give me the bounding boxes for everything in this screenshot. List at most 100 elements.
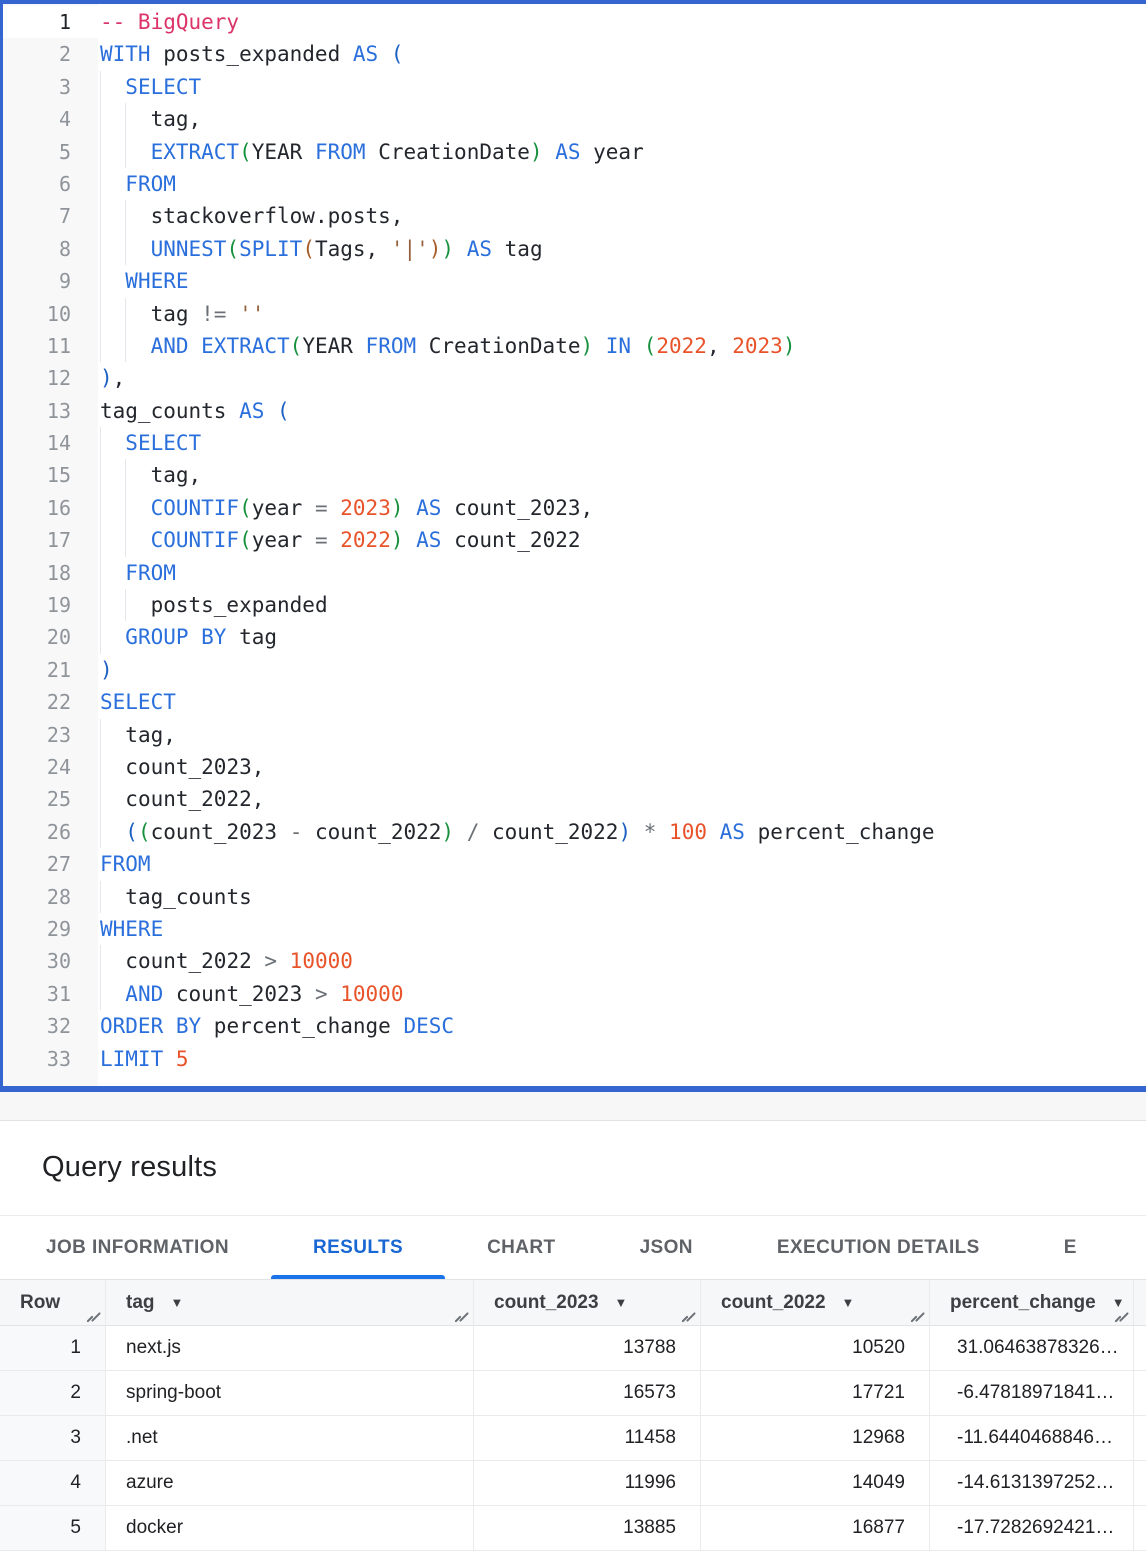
tab-job-information[interactable]: JOB INFORMATION	[4, 1216, 271, 1279]
tab-json[interactable]: JSON	[598, 1216, 735, 1279]
cell-row-index[interactable]: 5	[0, 1506, 106, 1550]
cell-count-2022[interactable]: 16877	[701, 1506, 930, 1550]
column-resize-handle[interactable]	[85, 1310, 103, 1325]
cell-count-2022[interactable]: 12968	[701, 1416, 930, 1460]
column-header-label: count_2023	[494, 1292, 599, 1314]
table-row[interactable]: 2spring-boot1657317721-6.47818971841…	[0, 1371, 1146, 1416]
code-line-text: stackoverflow.posts,	[98, 200, 1146, 232]
sort-dropdown-icon[interactable]: ▼	[1112, 1296, 1125, 1309]
code-line[interactable]: 6 FROM	[3, 168, 1146, 200]
code-line[interactable]: 3 SELECT	[3, 71, 1146, 103]
cell-tag[interactable]: azure	[106, 1461, 474, 1505]
code-line[interactable]: 12),	[3, 362, 1146, 394]
cell-filler	[1134, 1416, 1146, 1460]
cell-tag[interactable]: docker	[106, 1506, 474, 1550]
column-header-count_2022[interactable]: count_2022▼	[701, 1280, 930, 1325]
column-header-tag[interactable]: tag▼	[106, 1280, 474, 1325]
table-row[interactable]: 5docker1388516877-17.7282692421…	[0, 1506, 1146, 1551]
code-line[interactable]: 2WITH posts_expanded AS (	[3, 38, 1146, 70]
cell-percent-change[interactable]: -11.6440468846…	[930, 1416, 1134, 1460]
code-line[interactable]: 14 SELECT	[3, 427, 1146, 459]
code-line[interactable]: 10 tag != ''	[3, 298, 1146, 330]
code-line[interactable]: 13tag_counts AS (	[3, 395, 1146, 427]
sql-editor[interactable]: 1-- BigQuery2WITH posts_expanded AS (3 S…	[0, 0, 1146, 1092]
code-line[interactable]: 9 WHERE	[3, 265, 1146, 297]
code-line[interactable]: 21)	[3, 654, 1146, 686]
cell-count-2023[interactable]: 16573	[474, 1371, 701, 1415]
column-resize-handle[interactable]	[1113, 1310, 1131, 1325]
sort-dropdown-icon[interactable]: ▼	[171, 1296, 184, 1309]
code-line[interactable]: 17 COUNTIF(year = 2022) AS count_2022	[3, 524, 1146, 556]
column-resize-handle[interactable]	[453, 1310, 471, 1325]
column-header-percent_change[interactable]: percent_change▼	[930, 1280, 1134, 1325]
cell-count-2022[interactable]: 17721	[701, 1371, 930, 1415]
cell-count-2023[interactable]: 13885	[474, 1506, 701, 1550]
line-number: 29	[3, 913, 98, 945]
indent-guide	[100, 945, 101, 977]
cell-filler	[1134, 1371, 1146, 1415]
code-line[interactable]: 32ORDER BY percent_change DESC	[3, 1010, 1146, 1042]
column-header-count_2023[interactable]: count_2023 ▼	[474, 1280, 701, 1325]
indent-guide	[100, 265, 101, 297]
code-line[interactable]: 1-- BigQuery	[3, 6, 1146, 38]
cell-count-2022[interactable]: 14049	[701, 1461, 930, 1505]
code-line[interactable]: 33LIMIT 5	[3, 1043, 1146, 1075]
column-header-row[interactable]: Row	[0, 1280, 106, 1325]
cell-row-index[interactable]: 4	[0, 1461, 106, 1505]
cell-percent-change[interactable]: -6.47818971841…	[930, 1371, 1134, 1415]
indent-guide	[100, 200, 101, 232]
code-line[interactable]: 8 UNNEST(SPLIT(Tags, '|')) AS tag	[3, 233, 1146, 265]
table-row[interactable]: 4azure1199614049-14.6131397252…	[0, 1461, 1146, 1506]
cell-percent-change[interactable]: -17.7282692421…	[930, 1506, 1134, 1550]
cell-percent-change[interactable]: -14.6131397252…	[930, 1461, 1134, 1505]
code-line[interactable]: 22SELECT	[3, 686, 1146, 718]
code-line[interactable]: 5 EXTRACT(YEAR FROM CreationDate) AS yea…	[3, 136, 1146, 168]
indent-guide	[100, 589, 101, 621]
sort-dropdown-icon[interactable]: ▼	[615, 1296, 628, 1309]
code-line[interactable]: 15 tag,	[3, 459, 1146, 491]
code-line[interactable]: 11 AND EXTRACT(YEAR FROM CreationDate) I…	[3, 330, 1146, 362]
code-line[interactable]: 4 tag,	[3, 103, 1146, 135]
code-line-text: COUNTIF(year = 2023) AS count_2023,	[98, 492, 1146, 524]
column-resize-handle[interactable]	[680, 1310, 698, 1325]
sort-dropdown-icon[interactable]: ▼	[842, 1296, 855, 1309]
query-results-title: Query results	[0, 1121, 1146, 1215]
code-line[interactable]: 25 count_2022,	[3, 783, 1146, 815]
code-line[interactable]: 16 COUNTIF(year = 2023) AS count_2023,	[3, 492, 1146, 524]
cell-tag[interactable]: spring-boot	[106, 1371, 474, 1415]
code-line-text: ),	[98, 362, 1146, 394]
cell-row-index[interactable]: 2	[0, 1371, 106, 1415]
code-line[interactable]: 7 stackoverflow.posts,	[3, 200, 1146, 232]
cell-row-index[interactable]: 1	[0, 1326, 106, 1370]
code-line[interactable]: 19 posts_expanded	[3, 589, 1146, 621]
tab-results[interactable]: RESULTS	[271, 1216, 445, 1279]
code-line[interactable]: 30 count_2022 > 10000	[3, 945, 1146, 977]
cell-percent-change[interactable]: 31.06463878326…	[930, 1326, 1134, 1370]
code-line[interactable]: 23 tag,	[3, 719, 1146, 751]
code-line[interactable]: 28 tag_counts	[3, 881, 1146, 913]
line-number: 28	[3, 881, 98, 913]
code-line[interactable]: 26 ((count_2023 - count_2022) / count_20…	[3, 816, 1146, 848]
cell-tag[interactable]: next.js	[106, 1326, 474, 1370]
tab-execution-graph-partial[interactable]: E	[1022, 1216, 1119, 1279]
code-line[interactable]: 18 FROM	[3, 557, 1146, 589]
tab-chart[interactable]: CHART	[445, 1216, 598, 1279]
code-line[interactable]: 24 count_2023,	[3, 751, 1146, 783]
cell-count-2023[interactable]: 13788	[474, 1326, 701, 1370]
cell-count-2023[interactable]: 11458	[474, 1416, 701, 1460]
cell-count-2023[interactable]: 11996	[474, 1461, 701, 1505]
table-row[interactable]: 3.net1145812968-11.6440468846…	[0, 1416, 1146, 1461]
code-line-text: FROM	[98, 848, 1146, 880]
code-line[interactable]: 31 AND count_2023 > 10000	[3, 978, 1146, 1010]
cell-count-2022[interactable]: 10520	[701, 1326, 930, 1370]
cell-tag[interactable]: .net	[106, 1416, 474, 1460]
tab-execution-details[interactable]: EXECUTION DETAILS	[735, 1216, 1022, 1279]
line-number: 14	[3, 427, 98, 459]
code-line[interactable]: 29WHERE	[3, 913, 1146, 945]
table-row[interactable]: 1next.js137881052031.06463878326…	[0, 1326, 1146, 1371]
code-line-text: tag,	[98, 103, 1146, 135]
code-line[interactable]: 20 GROUP BY tag	[3, 621, 1146, 653]
cell-row-index[interactable]: 3	[0, 1416, 106, 1460]
code-line[interactable]: 27FROM	[3, 848, 1146, 880]
column-resize-handle[interactable]	[909, 1310, 927, 1325]
